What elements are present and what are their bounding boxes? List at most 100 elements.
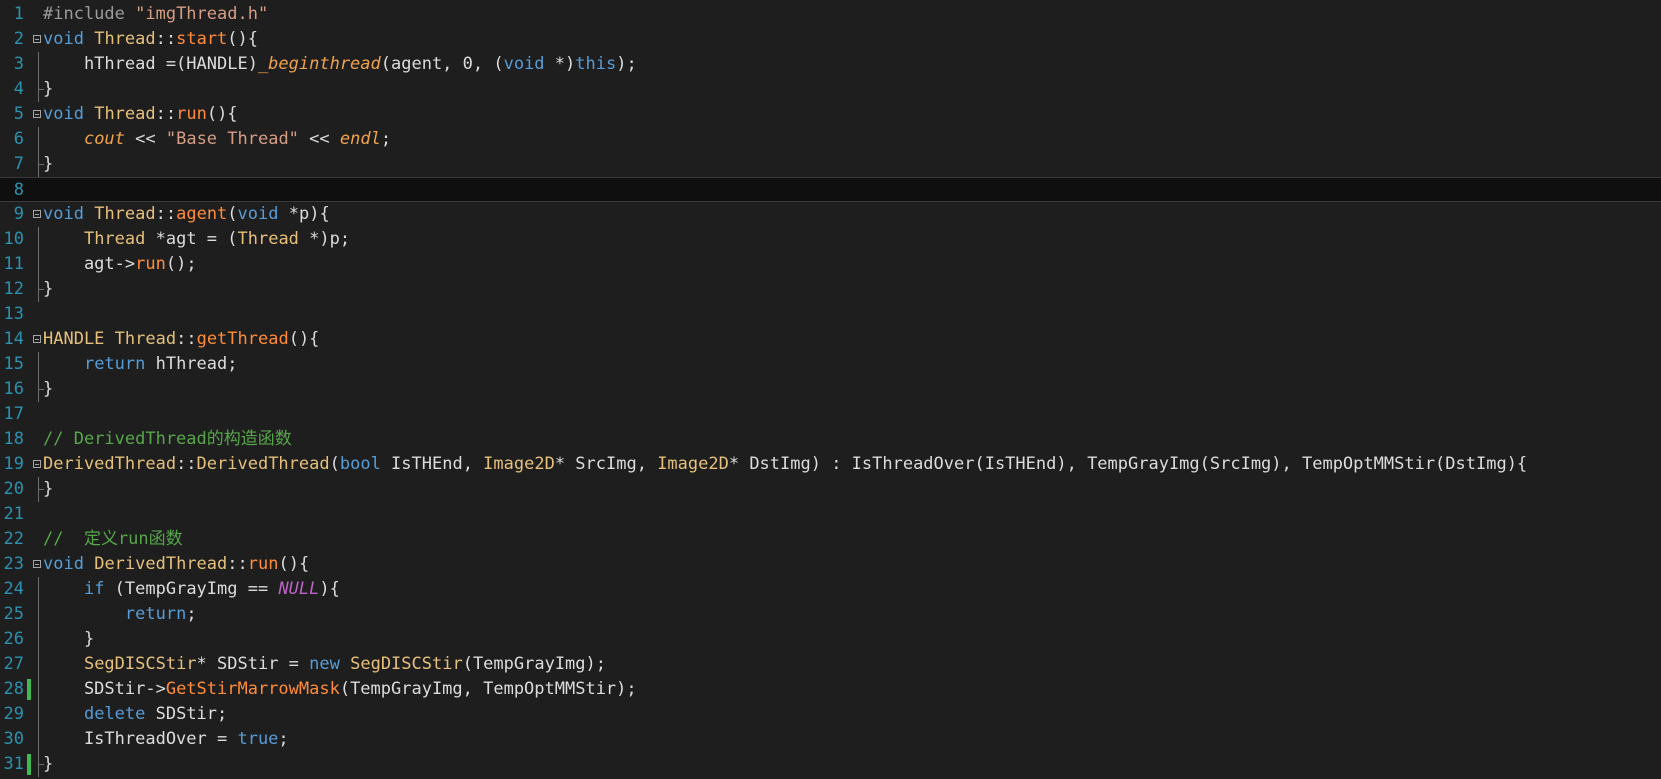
- code-token: Thread: [237, 229, 299, 249]
- code-line[interactable]: 20}: [0, 477, 1661, 502]
- code-text[interactable]: return;: [43, 602, 197, 627]
- code-line[interactable]: 19 DerivedThread::DerivedThread(bool IsTH…: [0, 452, 1661, 477]
- code-token: "imgThread.h": [135, 4, 269, 24]
- code-text[interactable]: void Thread::run(){: [43, 102, 238, 127]
- code-token: Thread: [94, 104, 156, 124]
- code-text[interactable]: }: [43, 627, 94, 652]
- code-text[interactable]: void DerivedThread::run(){: [43, 552, 309, 577]
- code-text[interactable]: }: [43, 277, 53, 302]
- code-token: (){: [227, 29, 259, 49]
- code-text[interactable]: // DerivedThread的构造函数: [43, 427, 292, 452]
- code-line[interactable]: 14 HANDLE Thread::getThread(){: [0, 327, 1661, 352]
- code-line[interactable]: 23 void DerivedThread::run(){: [0, 552, 1661, 577]
- code-line[interactable]: 4}: [0, 77, 1661, 102]
- code-line[interactable]: 26 }: [0, 627, 1661, 652]
- line-number: 4: [13, 79, 24, 99]
- code-token: (TempGrayImg ==: [104, 579, 279, 599]
- code-line[interactable]: 22 // 定义run函数: [0, 527, 1661, 552]
- collapse-icon[interactable]: [33, 560, 41, 568]
- code-line[interactable]: 7}: [0, 152, 1661, 177]
- code-text[interactable]: #include "imgThread.h": [43, 2, 268, 27]
- code-line[interactable]: 5 void Thread::run(){: [0, 102, 1661, 127]
- code-token: ::: [155, 204, 177, 224]
- collapse-icon[interactable]: [33, 110, 41, 118]
- fold-guide: [38, 277, 44, 302]
- code-text[interactable]: IsThreadOver = true;: [43, 727, 289, 752]
- code-text[interactable]: agt->run();: [43, 252, 197, 277]
- code-text[interactable]: hThread =(HANDLE)_beginthread(agent, 0, …: [43, 52, 637, 77]
- code-text[interactable]: delete SDStir;: [43, 702, 227, 727]
- code-text[interactable]: SegDISCStir* SDStir = new SegDISCStir(Te…: [43, 652, 606, 677]
- collapse-icon[interactable]: [33, 35, 41, 43]
- code-text[interactable]: }: [43, 752, 53, 777]
- code-line[interactable]: 28 SDStir->GetStirMarrowMask(TempGrayImg…: [0, 677, 1661, 702]
- code-text[interactable]: // 定义run函数: [43, 527, 183, 552]
- code-line[interactable]: 24 if (TempGrayImg == NULL){: [0, 577, 1661, 602]
- code-token: void: [43, 554, 84, 574]
- code-text[interactable]: DerivedThread::DerivedThread(bool IsTHEn…: [43, 452, 1527, 477]
- code-line[interactable]: 2 void Thread::start(){: [0, 27, 1661, 52]
- line-number: 20: [3, 479, 24, 499]
- code-text[interactable]: HANDLE Thread::getThread(){: [43, 327, 319, 352]
- line-number: 18: [3, 429, 24, 449]
- code-text[interactable]: void Thread::agent(void *p){: [43, 202, 330, 227]
- code-line[interactable]: 3 hThread =(HANDLE)_beginthread(agent, 0…: [0, 52, 1661, 77]
- code-token: void: [237, 204, 279, 224]
- code-token: hThread =(HANDLE): [43, 54, 258, 74]
- code-token: return: [124, 604, 187, 624]
- fold-guide: [38, 252, 39, 277]
- code-token: *agt = (: [145, 229, 238, 249]
- collapse-icon[interactable]: [33, 210, 41, 218]
- code-text[interactable]: SDStir->GetStirMarrowMask(TempGrayImg, T…: [43, 677, 637, 702]
- code-text[interactable]: cout << "Base Thread" << endl;: [43, 127, 391, 152]
- code-editor[interactable]: 1 #include "imgThread.h" 2 void Thread::sta…: [0, 0, 1661, 779]
- code-text[interactable]: Thread *agt = (Thread *)p;: [43, 227, 350, 252]
- code-line[interactable]: 27 SegDISCStir* SDStir = new SegDISCStir…: [0, 652, 1661, 677]
- code-text[interactable]: }: [43, 377, 53, 402]
- collapse-icon[interactable]: [33, 460, 41, 468]
- code-text[interactable]: }: [43, 477, 53, 502]
- code-token: return: [83, 354, 146, 374]
- collapse-icon[interactable]: [33, 335, 41, 343]
- code-line[interactable]: 13: [0, 302, 1661, 327]
- fold-guide: [38, 227, 39, 252]
- code-token: agt->: [43, 254, 136, 274]
- code-line[interactable]: 16}: [0, 377, 1661, 402]
- fold-guide: [38, 677, 39, 702]
- code-line[interactable]: 10 Thread *agt = (Thread *)p;: [0, 227, 1661, 252]
- code-line[interactable]: 15 return hThread;: [0, 352, 1661, 377]
- code-text[interactable]: }: [43, 152, 53, 177]
- code-line[interactable]: 30 IsThreadOver = true;: [0, 727, 1661, 752]
- code-line[interactable]: 29 delete SDStir;: [0, 702, 1661, 727]
- code-text[interactable]: return hThread;: [43, 352, 238, 377]
- code-line[interactable]: 1 #include "imgThread.h": [0, 2, 1661, 27]
- code-line[interactable]: 18 // DerivedThread的构造函数: [0, 427, 1661, 452]
- line-number: 25: [3, 604, 24, 624]
- code-line[interactable]: 9 void Thread::agent(void *p){: [0, 202, 1661, 227]
- code-token: start: [176, 29, 228, 49]
- code-token: // 定义run函数: [43, 529, 183, 549]
- fold-guide: [38, 627, 39, 652]
- code-text[interactable]: if (TempGrayImg == NULL){: [43, 577, 340, 602]
- code-line[interactable]: 8: [0, 177, 1661, 202]
- code-line[interactable]: 21: [0, 502, 1661, 527]
- code-token: ::: [227, 554, 248, 574]
- code-token: * SrcImg,: [554, 454, 658, 474]
- code-token: Image2D: [483, 454, 555, 474]
- code-line[interactable]: 17: [0, 402, 1661, 427]
- code-line[interactable]: 6 cout << "Base Thread" << endl;: [0, 127, 1661, 152]
- code-token: cout: [83, 129, 125, 149]
- code-line[interactable]: 12}: [0, 277, 1661, 302]
- code-line[interactable]: 11 agt->run();: [0, 252, 1661, 277]
- code-token: ){: [319, 579, 340, 599]
- code-line[interactable]: 25 return;: [0, 602, 1661, 627]
- code-text[interactable]: }: [43, 77, 53, 102]
- code-text[interactable]: void Thread::start(){: [43, 27, 258, 52]
- code-line[interactable]: 31}: [0, 752, 1661, 777]
- fold-guide: [38, 152, 44, 177]
